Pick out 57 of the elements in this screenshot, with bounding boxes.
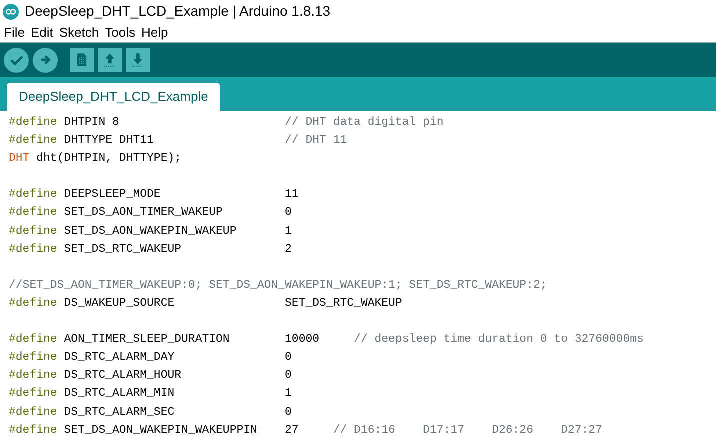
menu-item[interactable]: Sketch [56,22,102,42]
preprocessor-directive: #define [9,368,58,384]
preprocessor-directive: #define [9,332,58,348]
app-icon [3,4,19,20]
macro-definition: DHTTYPE DHT11 [64,133,155,150]
macro-value: 1 [285,386,292,402]
sketch-tab[interactable]: DeepSleep_DHT_LCD_Example [7,83,220,111]
macro-definition: DS_RTC_ALARM_DAY [64,350,176,366]
type-name: DHT [9,151,30,168]
macro-value: 10000 [285,332,320,348]
macro-definition: DS_WAKEUP_SOURCE [64,296,176,312]
macro-value: 27 [285,422,299,439]
preprocessor-directive: #define [9,242,58,258]
window-title: DeepSleep_DHT_LCD_Example | Arduino 1.8.13 [25,2,331,21]
code-comment: //SET_DS_AON_TIMER_WAKEUP:0; SET_DS_AON_WAKEPIN_WAKEUP:1; SET_DS_RTC_WAKEUP:2; [9,278,548,294]
preprocessor-directive: #define [9,296,58,312]
preprocessor-directive: #define [9,404,58,420]
open-button[interactable] [98,48,122,72]
macro-definition: SET_DS_RTC_WAKEUP [64,242,183,258]
menu-item[interactable]: File [1,22,28,42]
macro-value: 0 [285,368,292,384]
preprocessor-directive: #define [9,115,58,131]
code-comment: // D16:16 D17:17 D26:26 D27:27 [333,422,602,439]
macro-definition: DEEPSLEEP_MODE [64,187,162,204]
preprocessor-directive: #define [9,422,58,439]
macro-definition: DS_RTC_ALARM_HOUR [64,368,183,384]
code-comment: // deepsleep time duration 0 to 32760000ms [354,332,644,348]
menu-item[interactable]: Edit [28,22,56,42]
macro-value: 11 [285,187,299,204]
preprocessor-directive: #define [9,224,58,240]
macro-value: 0 [285,350,292,366]
macro-definition: DS_RTC_ALARM_MIN [64,386,176,402]
save-button[interactable] [126,48,150,72]
macro-value: 1 [285,224,292,240]
upload-button[interactable] [33,48,58,72]
macro-value: 0 [285,205,292,222]
macro-definition: DHTPIN 8 [64,115,120,131]
preprocessor-directive: #define [9,350,58,366]
macro-definition: AON_TIMER_SLEEP_DURATION [64,332,231,348]
macro-value: 2 [285,242,292,258]
verify-button[interactable] [4,48,29,72]
macro-value: 0 [285,404,292,420]
code-text: dht(DHTPIN, DHTTYPE); [36,151,182,168]
preprocessor-directive: #define [9,205,58,222]
macro-definition: SET_DS_AON_TIMER_WAKEUP [64,205,224,222]
code-comment: // DHT 11 [285,133,348,150]
new-button[interactable] [70,48,94,72]
macro-definition: SET_DS_AON_WAKEPIN_WAKEUPPIN [64,422,258,439]
menu-item[interactable]: Help [138,22,172,42]
macro-definition: DS_RTC_ALARM_SEC [64,404,176,420]
macro-definition: SET_DS_AON_WAKEPIN_WAKEUP [64,224,238,240]
code-comment: // DHT data digital pin [285,115,444,131]
preprocessor-directive: #define [9,386,58,402]
macro-value: SET_DS_RTC_WAKEUP [285,296,402,312]
preprocessor-directive: #define [9,187,58,204]
preprocessor-directive: #define [9,133,58,150]
menu-item[interactable]: Tools [102,22,138,42]
